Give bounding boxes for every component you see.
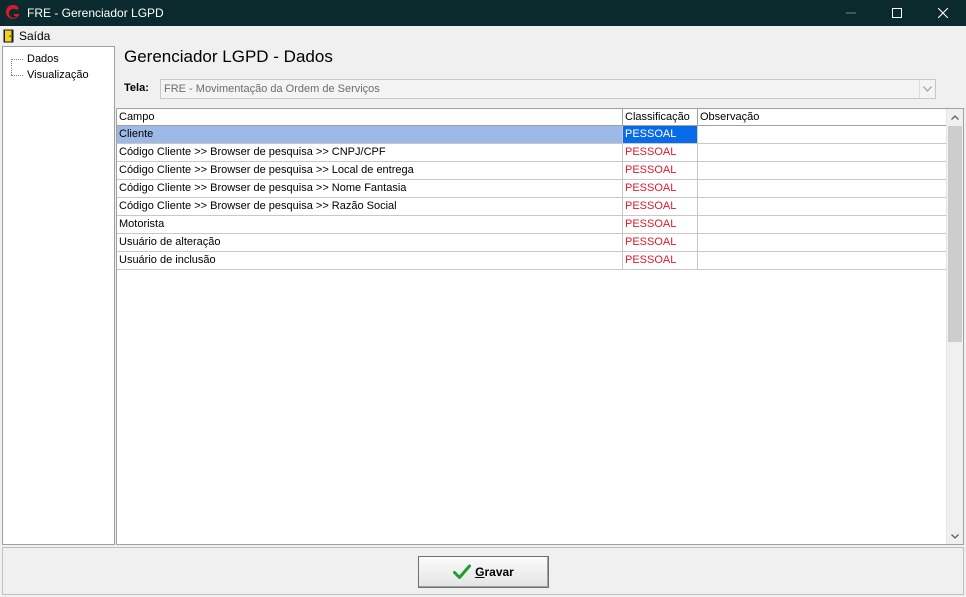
tree-item-dados[interactable]: Dados — [7, 52, 59, 66]
cell-classificacao[interactable]: PESSOAL — [623, 180, 698, 198]
minimize-button[interactable] — [828, 0, 874, 26]
grid-header: Campo Classificação Observação — [117, 109, 947, 126]
window-title: FRE - Gerenciador LGPD — [27, 6, 164, 20]
chevron-up-icon — [951, 114, 959, 120]
dropdown-button[interactable] — [919, 80, 935, 98]
table-row[interactable]: Código Cliente >> Browser de pesquisa >>… — [117, 162, 947, 180]
cell-campo[interactable]: Usuário de alteração — [117, 234, 623, 252]
g-logo-icon — [5, 5, 20, 19]
cell-classificacao[interactable]: PESSOAL — [623, 126, 698, 144]
close-icon — [938, 8, 948, 18]
chevron-down-icon — [923, 86, 932, 92]
cell-observacao[interactable] — [698, 144, 947, 162]
scroll-down-button[interactable] — [947, 528, 963, 544]
tree-item-label: Visualização — [27, 69, 89, 81]
close-button[interactable] — [920, 0, 966, 26]
grid-body: Cliente PESSOAL Código Cliente >> Browse… — [117, 126, 947, 270]
cell-observacao[interactable] — [698, 180, 947, 198]
table-row[interactable]: Cliente PESSOAL — [117, 126, 947, 144]
menu-bar: Saída — [0, 26, 966, 45]
cell-classificacao[interactable]: PESSOAL — [623, 144, 698, 162]
cell-observacao[interactable] — [698, 126, 947, 144]
title-bar: FRE - Gerenciador LGPD — [0, 0, 966, 26]
table-row[interactable]: Código Cliente >> Browser de pesquisa >>… — [117, 144, 947, 162]
tela-select[interactable]: FRE - Movimentação da Ordem de Serviços — [160, 79, 936, 99]
tela-selected-value: FRE - Movimentação da Ordem de Serviços — [164, 83, 380, 95]
menu-item-saida[interactable]: Saída — [0, 26, 50, 45]
checkmark-icon — [453, 564, 472, 579]
table-row[interactable]: Usuário de alteração PESSOAL — [117, 234, 947, 252]
cell-campo[interactable]: Cliente — [117, 126, 623, 144]
door-exit-icon — [3, 29, 14, 42]
cell-classificacao[interactable]: PESSOAL — [623, 216, 698, 234]
tree-item-visualizacao[interactable]: Visualização — [7, 68, 89, 82]
scroll-up-button[interactable] — [947, 109, 963, 125]
navigation-tree: Dados Visualização — [2, 46, 115, 545]
fields-grid: Campo Classificação Observação Cliente P… — [116, 108, 964, 545]
cell-campo[interactable]: Código Cliente >> Browser de pesquisa >>… — [117, 198, 623, 216]
cell-campo[interactable]: Usuário de inclusão — [117, 252, 623, 270]
menu-item-label: Saída — [19, 28, 51, 43]
cell-campo[interactable]: Motorista — [117, 216, 623, 234]
save-button-label: Gravar — [475, 565, 514, 579]
column-header-campo[interactable]: Campo — [117, 109, 623, 126]
tela-label: Tela: — [124, 82, 149, 94]
cell-observacao[interactable] — [698, 198, 947, 216]
cell-campo[interactable]: Código Cliente >> Browser de pesquisa >>… — [117, 180, 623, 198]
table-row[interactable]: Código Cliente >> Browser de pesquisa >>… — [117, 198, 947, 216]
table-row[interactable]: Código Cliente >> Browser de pesquisa >>… — [117, 180, 947, 198]
main-area: Gerenciador LGPD - Dados Tela: FRE - Mov… — [116, 46, 964, 545]
cell-classificacao[interactable]: PESSOAL — [623, 234, 698, 252]
tree-item-label: Dados — [27, 53, 59, 65]
cell-classificacao[interactable]: PESSOAL — [623, 198, 698, 216]
maximize-icon — [892, 8, 902, 18]
chevron-down-icon — [951, 533, 959, 539]
maximize-button[interactable] — [874, 0, 920, 26]
save-button[interactable]: Gravar — [418, 556, 549, 588]
table-row[interactable]: Motorista PESSOAL — [117, 216, 947, 234]
cell-observacao[interactable] — [698, 252, 947, 270]
cell-observacao[interactable] — [698, 234, 947, 252]
save-button-label-rest: ravar — [484, 565, 514, 579]
tree-connector — [7, 68, 23, 82]
tree-connector — [7, 52, 23, 66]
cell-campo[interactable]: Código Cliente >> Browser de pesquisa >>… — [117, 144, 623, 162]
cell-observacao[interactable] — [698, 216, 947, 234]
column-header-observacao[interactable]: Observação — [698, 109, 947, 126]
page-title: Gerenciador LGPD - Dados — [124, 47, 333, 66]
cell-classificacao[interactable]: PESSOAL — [623, 162, 698, 180]
minimize-icon — [846, 12, 856, 14]
column-header-classificacao[interactable]: Classificação — [623, 109, 698, 126]
cell-classificacao[interactable]: PESSOAL — [623, 252, 698, 270]
cell-campo[interactable]: Código Cliente >> Browser de pesquisa >>… — [117, 162, 623, 180]
cell-observacao[interactable] — [698, 162, 947, 180]
table-row[interactable]: Usuário de inclusão PESSOAL — [117, 252, 947, 270]
vertical-scrollbar[interactable] — [946, 109, 963, 544]
scrollbar-thumb[interactable] — [948, 126, 962, 342]
bottom-panel: Gravar — [2, 547, 964, 595]
